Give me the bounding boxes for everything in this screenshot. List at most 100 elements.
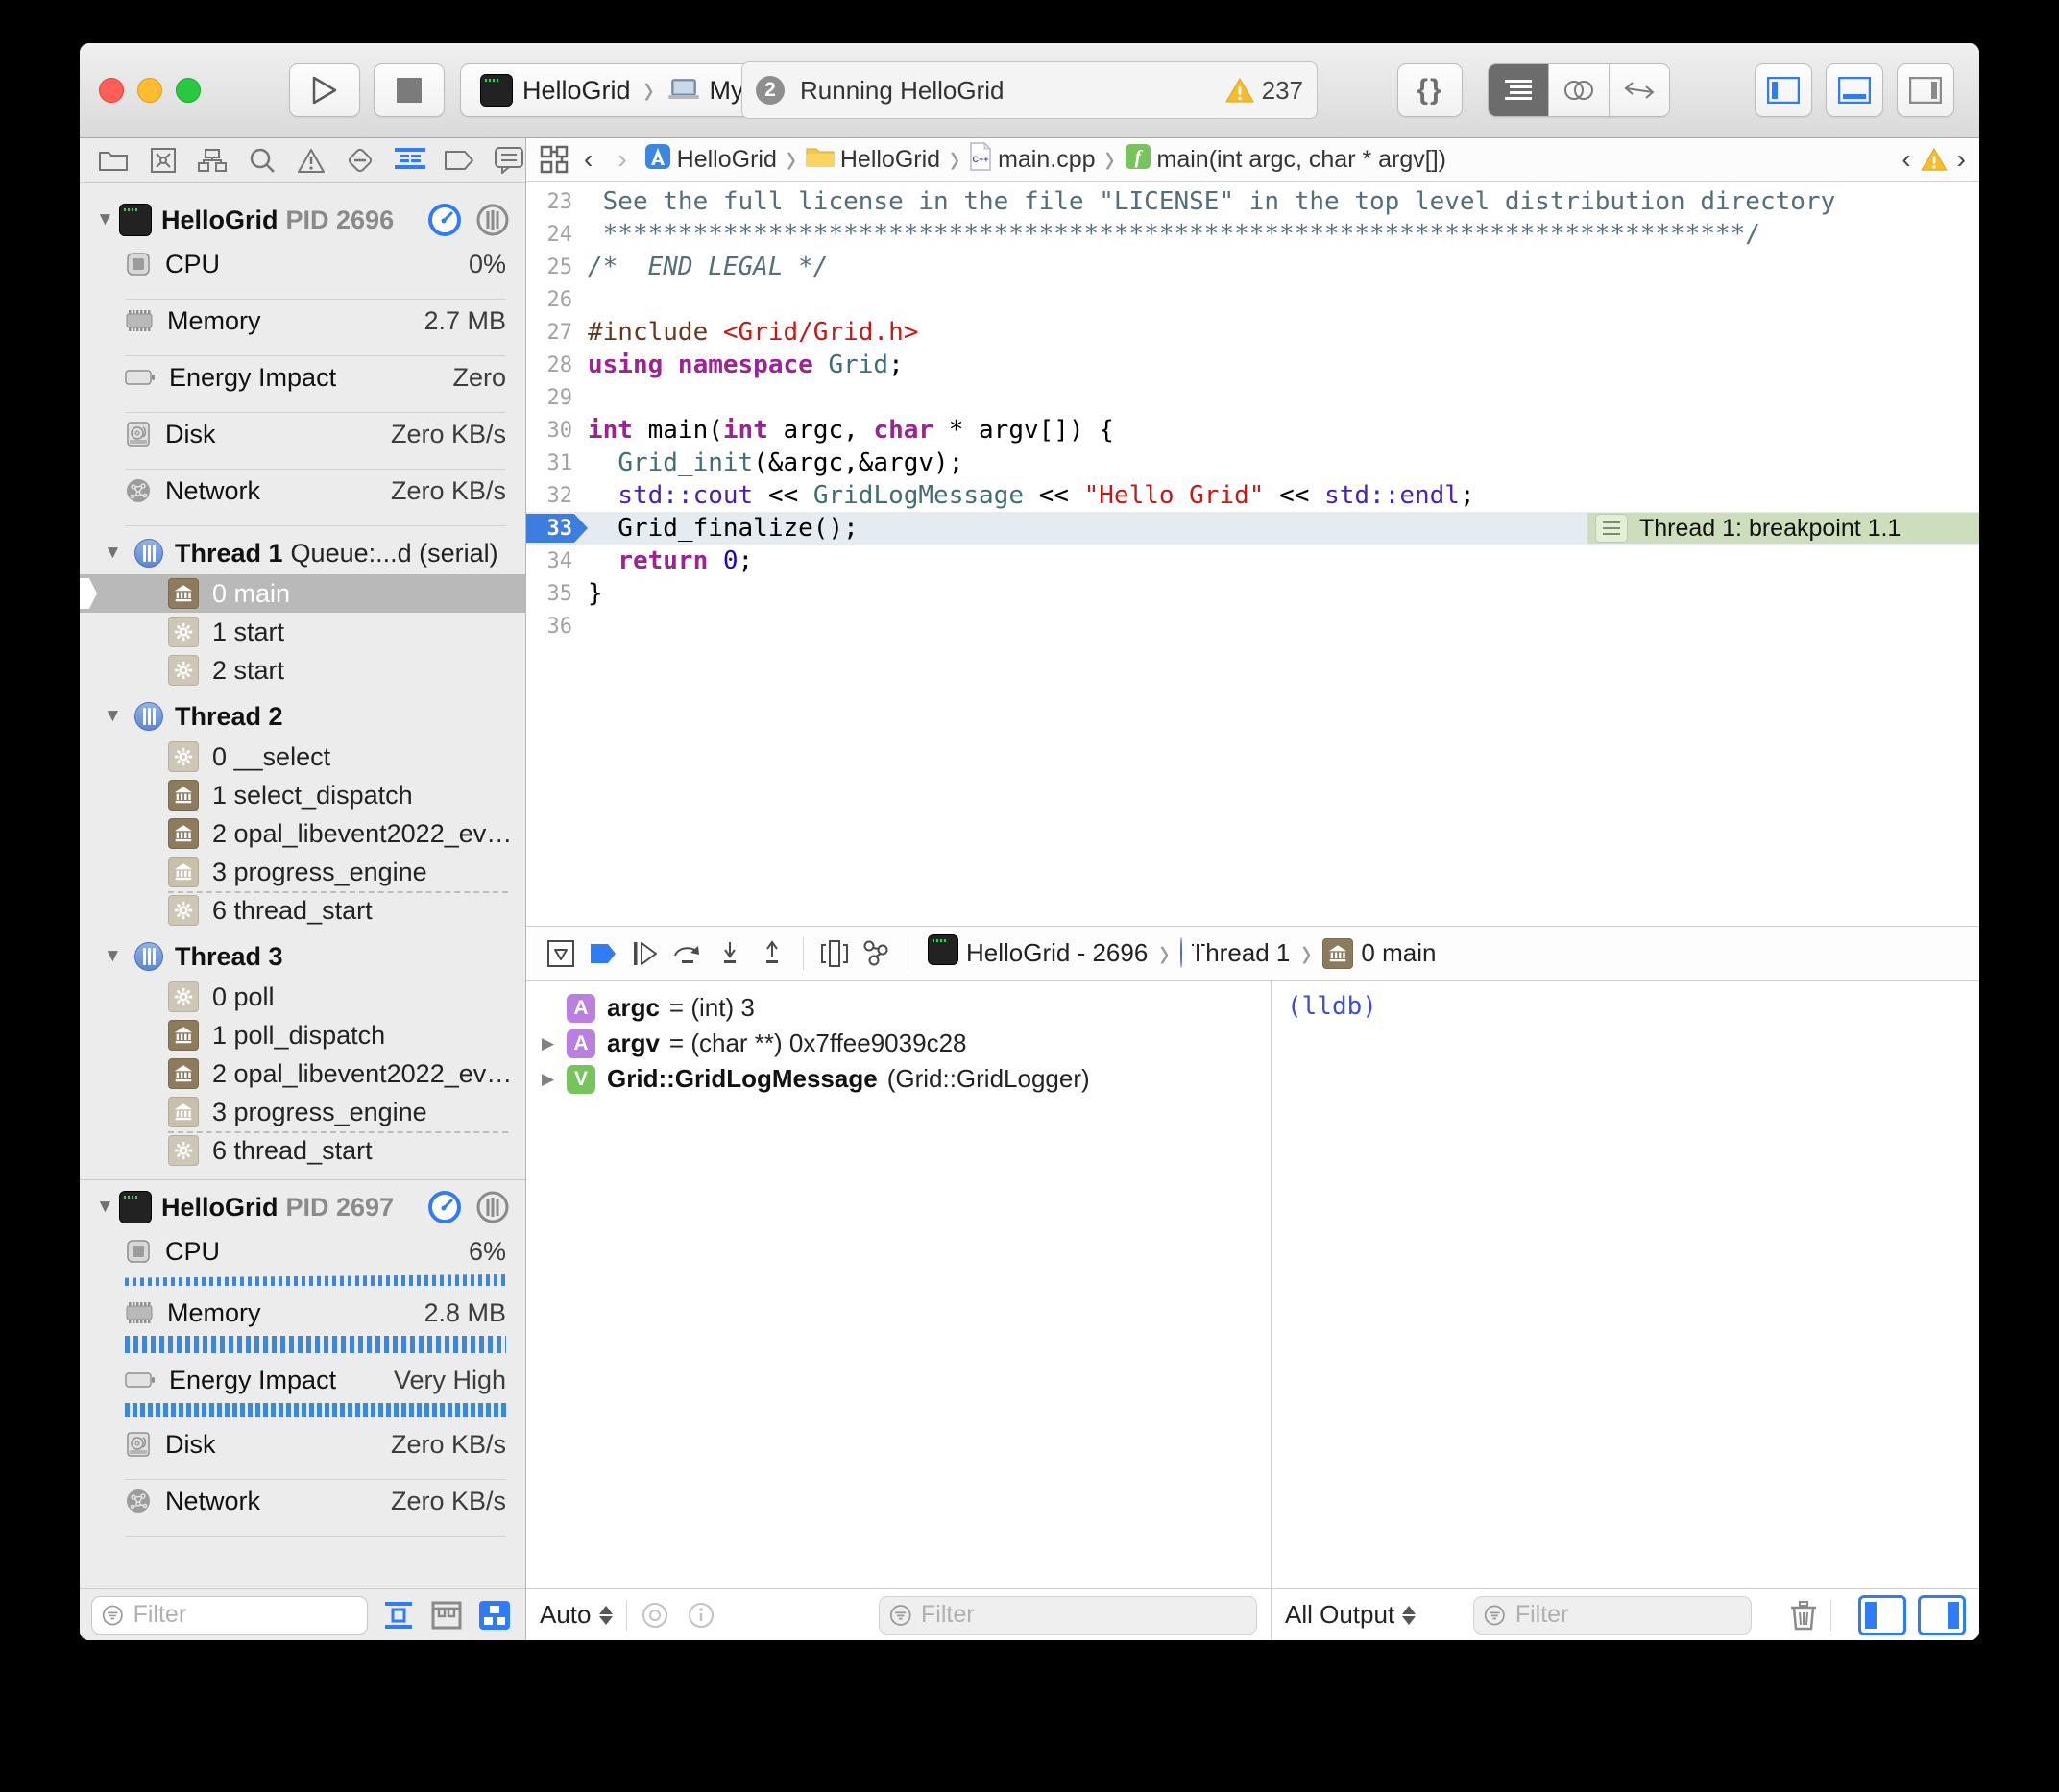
thread-strips-icon[interactable]	[475, 1190, 510, 1224]
frame-row[interactable]: 3 progress_engine	[80, 853, 525, 891]
debug-breadcrumb-item[interactable]: 0 main	[1322, 938, 1436, 969]
profile-gauge-icon[interactable]	[427, 203, 462, 237]
thread-row[interactable]: ▼Thread 3	[80, 935, 525, 978]
thread-strips-icon[interactable]	[475, 203, 510, 237]
code-line[interactable]: 27#include <Grid/Grid.h>	[526, 316, 1979, 349]
code-line[interactable]: 28using namespace Grid;	[526, 349, 1979, 381]
breakpoint-annotation[interactable]: Thread 1: breakpoint 1.1	[1587, 513, 1979, 544]
breadcrumb-item[interactable]: HelloGrid	[644, 143, 777, 177]
variables-scope-selector[interactable]: Auto	[540, 1600, 613, 1630]
navigator-filter-field[interactable]	[91, 1596, 368, 1635]
code-line[interactable]: 29	[526, 381, 1979, 414]
stat-row[interactable]: DiskZero KB/s	[125, 413, 525, 470]
variable-row[interactable]: Aargc= (int) 3	[526, 990, 1271, 1026]
frame-row[interactable]: 0 __select	[80, 738, 525, 776]
stat-row[interactable]: Energy ImpactVery High	[125, 1359, 525, 1417]
forward-button[interactable]: ›	[618, 144, 626, 175]
disclosure-triangle-icon[interactable]: ▼	[96, 1197, 119, 1218]
frame-row[interactable]: 0 main	[80, 574, 525, 613]
hide-debug-area-icon[interactable]	[540, 934, 582, 973]
stop-button[interactable]	[374, 63, 445, 117]
variables-filter-input[interactable]	[919, 1600, 1247, 1630]
code-snippets-button[interactable]: {}	[1397, 63, 1463, 117]
clear-console-icon[interactable]	[1790, 1600, 1817, 1631]
step-over-icon[interactable]	[666, 934, 709, 973]
stat-row[interactable]: NetworkZero KB/s	[125, 470, 525, 526]
continue-icon[interactable]	[624, 934, 666, 973]
info-icon[interactable]	[687, 1601, 715, 1630]
code-line[interactable]: 36	[526, 610, 1979, 642]
show-console-view-toggle[interactable]	[1918, 1595, 1966, 1635]
debug-breadcrumb-item[interactable]: HelloGrid - 2696	[928, 934, 1148, 972]
frame-row[interactable]: 6 thread_start	[80, 1131, 525, 1170]
step-into-icon[interactable]	[709, 934, 751, 973]
inspector-toggle-button[interactable]	[1897, 63, 1954, 117]
frame-row[interactable]: 2 opal_libevent2022_ev…	[80, 1054, 525, 1093]
show-variables-view-toggle[interactable]	[1858, 1595, 1906, 1635]
standard-editor-button[interactable]	[1489, 64, 1549, 116]
disclosure-triangle-icon[interactable]: ▼	[96, 209, 119, 230]
project-navigator-icon[interactable]	[97, 143, 130, 178]
frame-row[interactable]: 2 start	[80, 651, 525, 690]
version-editor-button[interactable]	[1610, 64, 1669, 116]
navigator-toggle-button[interactable]	[1755, 63, 1812, 117]
symbol-navigator-icon[interactable]	[196, 143, 229, 178]
code-line[interactable]: 30int main(int argc, char * argv[]) {	[526, 414, 1979, 447]
breakpoint-menu-icon[interactable]	[1595, 514, 1628, 543]
process-row[interactable]: ▼HelloGridPID 2696	[80, 197, 525, 243]
quicklook-icon[interactable]	[641, 1601, 669, 1630]
breakpoint-navigator-icon[interactable]	[443, 143, 475, 178]
frame-row[interactable]: 3 progress_engine	[80, 1093, 525, 1131]
frame-row[interactable]: 1 select_dispatch	[80, 776, 525, 814]
variables-filter-field[interactable]	[879, 1596, 1258, 1635]
disclosure-triangle-icon[interactable]: ▼	[104, 706, 127, 727]
breadcrumb-item[interactable]: fmain(int argc, char * argv[])	[1125, 143, 1447, 177]
stat-row[interactable]: Energy ImpactZero	[125, 356, 525, 413]
code-line[interactable]: 23 See the full license in the file "LIC…	[526, 185, 1979, 218]
disclosure-triangle-icon[interactable]: ▶	[542, 1070, 567, 1089]
frame-row[interactable]: 2 opal_libevent2022_ev…	[80, 814, 525, 853]
threads-view-mode-icon[interactable]	[427, 1598, 466, 1633]
stat-row[interactable]: DiskZero KB/s	[125, 1423, 525, 1480]
debug-breadcrumb-item[interactable]: Thread 1	[1180, 938, 1290, 968]
ui-hierarchy-mode-icon[interactable]	[475, 1598, 514, 1633]
variable-row[interactable]: ▶Aargv= (char **) 0x7ffee9039c28	[526, 1026, 1271, 1061]
back-button[interactable]: ‹	[584, 144, 593, 175]
previous-issue-button[interactable]: ‹	[1902, 144, 1910, 175]
flat-view-mode-icon[interactable]	[379, 1598, 418, 1633]
source-editor[interactable]: 23 See the full license in the file "LIC…	[526, 182, 1979, 926]
activity-viewer[interactable]: 2 Running HelloGrid 237	[741, 61, 1318, 119]
console-output[interactable]: (lldb)	[1272, 981, 1979, 1588]
zoom-button[interactable]	[176, 78, 201, 103]
frame-row[interactable]: 6 thread_start	[80, 891, 525, 930]
debug-navigator-icon[interactable]	[394, 143, 426, 178]
close-button[interactable]	[99, 78, 124, 103]
breadcrumb-item[interactable]: C++main.cpp	[969, 142, 1095, 178]
frame-row[interactable]: 0 poll	[80, 978, 525, 1016]
frame-row[interactable]: 1 start	[80, 613, 525, 651]
step-out-icon[interactable]	[751, 934, 793, 973]
code-line[interactable]: 34 return 0;	[526, 545, 1979, 577]
variable-row[interactable]: ▶VGrid::GridLogMessage(Grid::GridLogger)	[526, 1061, 1271, 1097]
minimize-button[interactable]	[137, 78, 162, 103]
breakpoint-line-number[interactable]: 33	[526, 517, 582, 541]
stat-row[interactable]: CPU0%	[125, 243, 525, 300]
profile-gauge-icon[interactable]	[427, 1190, 462, 1224]
source-control-navigator-icon[interactable]	[146, 143, 179, 178]
code-line[interactable]: 31 Grid_init(&argc,&argv);	[526, 447, 1979, 479]
issue-navigator-icon[interactable]	[295, 143, 327, 178]
disclosure-triangle-icon[interactable]: ▶	[542, 1034, 567, 1053]
assistant-editor-button[interactable]	[1549, 64, 1610, 116]
console-output-selector[interactable]: All Output	[1285, 1600, 1416, 1630]
related-items-icon[interactable]	[540, 145, 569, 174]
run-button[interactable]	[289, 63, 360, 117]
code-line[interactable]: 24 *************************************…	[526, 218, 1979, 251]
stat-row[interactable]: NetworkZero KB/s	[125, 1480, 525, 1537]
console-filter-input[interactable]	[1514, 1600, 1741, 1630]
code-line[interactable]: 26	[526, 283, 1979, 316]
breadcrumb-item[interactable]: HelloGrid	[806, 145, 940, 175]
find-navigator-icon[interactable]	[245, 143, 278, 178]
console-filter-field[interactable]	[1473, 1596, 1752, 1635]
process-row[interactable]: ▼HelloGridPID 2697	[80, 1184, 525, 1230]
breakpoints-enabled-icon[interactable]	[582, 934, 624, 973]
